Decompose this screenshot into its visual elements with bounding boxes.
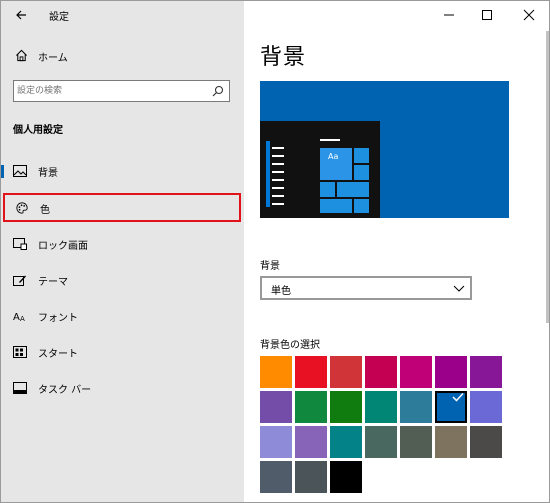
color-swatch[interactable] [330, 426, 362, 458]
sidebar-item-label: テーマ [38, 277, 68, 288]
title-bar: 設定 [1, 1, 244, 31]
tiles-preview: Aa [320, 148, 376, 213]
search-field[interactable] [13, 80, 230, 102]
color-swatch[interactable] [260, 461, 292, 493]
sidebar-item-label: ロック画面 [38, 241, 88, 252]
background-preview: Aa [260, 81, 509, 218]
taskbar-icon [13, 382, 27, 394]
sidebar-item-lock-screen[interactable]: ロック画面 [1, 229, 244, 259]
color-swatch[interactable] [435, 356, 467, 388]
close-icon[interactable] [511, 1, 547, 29]
color-swatch[interactable] [470, 391, 502, 423]
color-swatch[interactable] [365, 356, 397, 388]
color-swatch[interactable] [470, 426, 502, 458]
lock-screen-icon [13, 238, 27, 250]
color-swatch[interactable] [330, 356, 362, 388]
sidebar-item-color[interactable]: 色 [3, 193, 241, 222]
checkmark-icon [452, 392, 464, 402]
color-swatch[interactable] [470, 356, 502, 388]
color-swatch[interactable] [330, 391, 362, 423]
sidebar: 設定 ホーム 個人用設定 背景 [1, 1, 244, 502]
content-pane: 背景 Aa 背景 単色 背景色の選択 [244, 1, 549, 502]
image-icon [13, 165, 27, 177]
color-picker-label: 背景色の選択 [260, 340, 320, 351]
back-arrow-icon[interactable] [13, 7, 29, 23]
svg-text:A: A [20, 315, 25, 322]
color-swatch[interactable] [295, 426, 327, 458]
sidebar-item-font[interactable]: A A フォント [1, 301, 244, 331]
search-input[interactable] [17, 83, 207, 99]
sidebar-item-label: フォント [38, 313, 78, 324]
color-swatch[interactable] [295, 461, 327, 493]
app-title: 設定 [49, 12, 69, 23]
color-swatch[interactable] [260, 391, 292, 423]
window-controls [431, 1, 549, 29]
svg-text:A: A [13, 312, 20, 322]
minimize-icon[interactable] [431, 1, 467, 29]
scrollbar[interactable] [546, 31, 549, 323]
home-icon [16, 49, 27, 62]
color-swatch[interactable] [400, 426, 432, 458]
color-swatch[interactable] [435, 426, 467, 458]
theme-icon [13, 275, 26, 286]
color-swatch[interactable] [400, 391, 432, 423]
color-swatch[interactable] [435, 391, 467, 423]
color-swatch[interactable] [365, 426, 397, 458]
color-swatch[interactable] [260, 356, 292, 388]
color-swatch[interactable] [365, 391, 397, 423]
page-title: 背景 [260, 45, 307, 70]
sidebar-item-label: 背景 [38, 168, 58, 179]
palette-icon [16, 202, 28, 214]
search-icon[interactable] [212, 85, 224, 97]
background-type-dropdown[interactable]: 単色 [260, 276, 472, 300]
color-swatch[interactable] [295, 391, 327, 423]
color-swatch[interactable] [330, 461, 362, 493]
sidebar-item-label: タスク バー [38, 385, 92, 396]
color-swatch[interactable] [260, 426, 292, 458]
start-icon [13, 346, 27, 358]
sidebar-item-taskbar[interactable]: タスク バー [1, 373, 244, 403]
color-swatch[interactable] [400, 356, 432, 388]
settings-window: 設定 ホーム 個人用設定 背景 [0, 0, 550, 503]
sidebar-item-label: 色 [40, 205, 50, 216]
sidebar-item-label: スタート [38, 349, 78, 360]
maximize-icon[interactable] [469, 1, 505, 29]
sidebar-item-theme[interactable]: テーマ [1, 265, 244, 295]
sidebar-item-background[interactable]: 背景 [1, 156, 244, 186]
tile-label: Aa [320, 148, 352, 180]
background-type-label: 背景 [260, 261, 280, 272]
chevron-down-icon [453, 285, 465, 292]
dropdown-value: 単色 [271, 286, 291, 297]
start-menu-preview: Aa [260, 121, 380, 218]
section-title: 個人用設定 [13, 125, 63, 136]
sidebar-item-label: ホーム [38, 53, 68, 64]
sidebar-item-home[interactable]: ホーム [1, 43, 244, 69]
sidebar-item-start[interactable]: スタート [1, 337, 244, 367]
font-icon: A A [13, 312, 25, 322]
color-swatch[interactable] [295, 356, 327, 388]
